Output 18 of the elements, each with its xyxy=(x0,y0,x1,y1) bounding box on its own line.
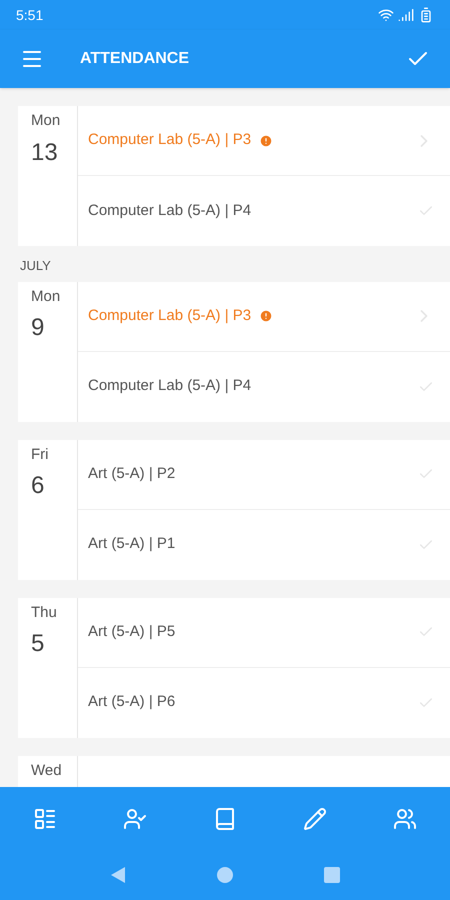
weekday-label: Mon xyxy=(31,286,60,306)
weekday-label: Wed xyxy=(31,760,62,780)
lesson-title[interactable]: Art (5-A) | P5 xyxy=(88,620,176,644)
date-number: 6 xyxy=(31,471,44,501)
app-title: ATTENDANCE xyxy=(80,49,190,69)
lesson-title[interactable]: Art (5-A) | P2 xyxy=(88,462,176,486)
status-time: 5:51 xyxy=(16,6,44,24)
weekday-label: Mon xyxy=(31,111,60,131)
weekday-label: Thu xyxy=(31,602,57,622)
month-header: JULY xyxy=(19,257,52,275)
lesson-title[interactable]: Art (5-A) | P6 xyxy=(88,691,176,714)
date-number: 9 xyxy=(31,313,44,343)
weekday-label: Fri xyxy=(31,444,48,464)
lesson-title[interactable]: Art (5-A) | P1 xyxy=(88,533,176,556)
lesson-title[interactable]: Computer Lab (5-A) | P4 xyxy=(88,200,252,222)
lesson-title[interactable]: Computer Lab (5-A) | P4 xyxy=(88,375,252,398)
date-number: 13 xyxy=(31,138,58,168)
date-number: 5 xyxy=(31,629,44,659)
